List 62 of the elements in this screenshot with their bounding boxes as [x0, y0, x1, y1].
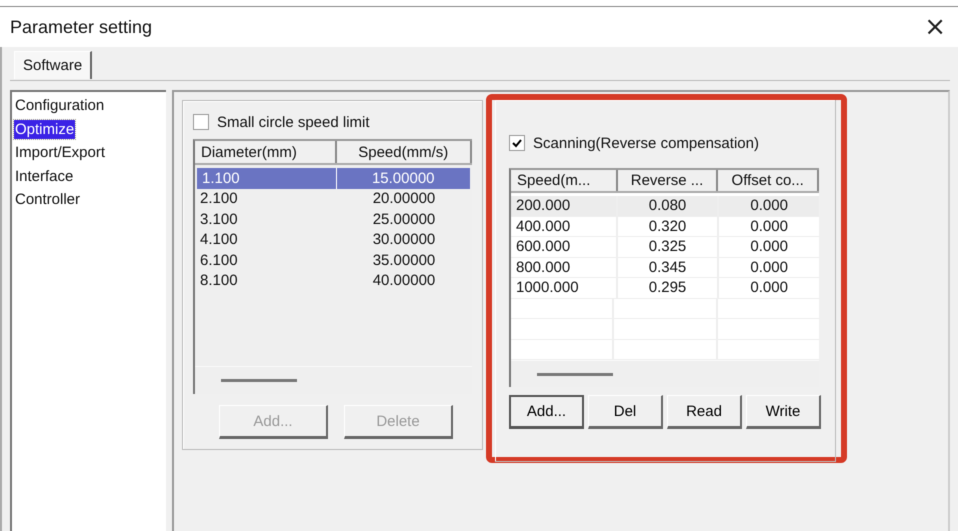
table-cell: 0.325	[616, 237, 718, 257]
table-cell: 0.295	[616, 278, 718, 298]
table-row[interactable]: 400.000 0.320 0.000	[511, 216, 819, 238]
checkbox-label: Scanning(Reverse compensation)	[533, 134, 759, 152]
table-cell: 0.320	[616, 216, 718, 236]
window-title: Parameter setting	[10, 16, 152, 38]
sidebar-item[interactable]: Configuration	[14, 96, 106, 116]
check-icon	[512, 138, 522, 148]
table-row[interactable]: 600.000 0.325 0.000	[511, 237, 819, 258]
table-cell-text: 400.000	[515, 216, 572, 236]
table-row[interactable]: 6.100 35.00000	[195, 250, 472, 270]
scrollbar-thumb[interactable]	[537, 372, 613, 376]
table-row[interactable]: 4.100 30.00000	[195, 230, 472, 250]
table-cell-text: 3.100	[199, 210, 239, 230]
table-cell-text: 800.000	[515, 258, 572, 278]
table-cell-text: 40.00000	[372, 271, 436, 291]
table-cell: 0.000	[717, 258, 820, 278]
sidebar-item[interactable]: Interface	[14, 166, 74, 186]
table-cell-text: 30.00000	[372, 230, 436, 250]
table-cell: 0.000	[717, 196, 820, 216]
column-header[interactable]: Diameter(mm)	[195, 141, 336, 163]
table-cell-text: 25.00000	[372, 210, 436, 230]
table-cell-text: 200.000	[515, 196, 572, 216]
table-row[interactable]: 3.100 25.00000	[195, 209, 472, 230]
checkbox[interactable]	[193, 114, 209, 130]
column-header[interactable]: Speed(mm/s)	[336, 141, 472, 163]
column-header[interactable]: Offset co...	[718, 170, 820, 192]
sidebar-item[interactable]: Optimize	[14, 120, 76, 139]
button[interactable]: Write	[746, 395, 821, 429]
table-cell-text: 2.100	[199, 189, 239, 209]
column-header[interactable]: Reverse ...	[618, 170, 718, 192]
button[interactable]: Del	[588, 395, 663, 429]
table-cell: 15.00000	[336, 168, 470, 188]
table-cell: 0.000	[717, 278, 820, 298]
table-cell: 0.080	[616, 196, 718, 216]
table-row[interactable]: 200.000 0.080 0.000	[511, 196, 819, 217]
column-header[interactable]: Speed(m...	[511, 170, 618, 192]
table-row[interactable]: 8.100 40.00000	[195, 270, 472, 291]
table-row[interactable]: 1.100 15.00000	[197, 168, 470, 188]
table-cell-text: 600.000	[515, 237, 572, 257]
tab[interactable]: Software	[14, 51, 92, 79]
table-cell: 0.000	[717, 237, 820, 257]
button[interactable]: Add...	[509, 395, 584, 429]
sidebar-item[interactable]: Import/Export	[14, 143, 106, 162]
button[interactable]: Read	[667, 395, 742, 429]
table-cell-text: 20.00000	[372, 189, 436, 209]
table-cell: 0.000	[717, 216, 820, 236]
table-row[interactable]: 2.100 20.00000	[195, 188, 472, 209]
table-cell-text: 1.100	[201, 168, 241, 188]
checkbox[interactable]	[509, 135, 525, 151]
table-row[interactable]: 1000.000 0.295 0.000	[511, 278, 819, 299]
checkbox-label: Small circle speed limit	[217, 114, 370, 130]
sidebar-item[interactable]: Controller	[14, 190, 82, 210]
close-button[interactable]: ×	[918, 14, 952, 40]
table-cell-text: 4.100	[199, 230, 239, 250]
table-cell-text: 6.100	[199, 250, 239, 270]
table-row[interactable]: 800.000 0.345 0.000	[511, 258, 819, 278]
table-cell-text: 1000.000	[515, 278, 580, 298]
table-cell-text: 8.100	[199, 271, 239, 291]
table-cell-text: 35.00000	[372, 250, 436, 270]
scrollbar-thumb[interactable]	[221, 379, 297, 382]
table-cell: 0.345	[616, 258, 718, 278]
